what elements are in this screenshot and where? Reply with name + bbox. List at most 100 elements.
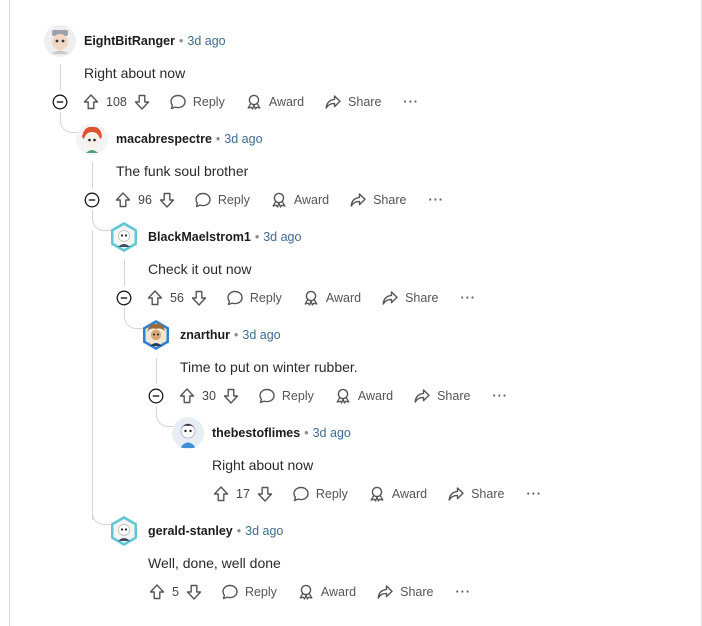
share-button[interactable]: Share (447, 485, 504, 503)
downvote-button[interactable] (158, 191, 176, 209)
downvote-button[interactable] (133, 93, 151, 111)
username[interactable]: thebestoflimes (212, 426, 300, 440)
comment-bubble-icon (226, 289, 244, 307)
share-label: Share (437, 389, 471, 403)
comment-actions: 108 Reply Award Share ··· (52, 92, 419, 112)
thread-line (156, 358, 157, 384)
comment-actions: 56 Reply Award Share ··· (116, 288, 476, 308)
share-arrow-icon (349, 191, 367, 209)
award-label: Award (320, 585, 357, 599)
upvote-button[interactable] (148, 583, 166, 601)
separator-dot: • (254, 230, 260, 244)
collapse-button[interactable] (148, 388, 164, 404)
comment-bubble-icon (169, 93, 187, 111)
timestamp[interactable]: 3d ago (245, 524, 283, 538)
downvote-icon (256, 485, 274, 503)
timestamp[interactable]: 3d ago (263, 230, 301, 244)
avatar[interactable] (108, 515, 140, 547)
thread-elbow (124, 308, 143, 329)
award-icon (297, 583, 315, 601)
timestamp[interactable]: 3d ago (224, 132, 262, 146)
avatar[interactable] (44, 25, 76, 57)
downvote-icon (185, 583, 203, 601)
award-button[interactable]: Award (302, 289, 361, 307)
award-button[interactable]: Award (368, 485, 427, 503)
upvote-button[interactable] (146, 289, 164, 307)
comment-body: Right about now (84, 65, 186, 81)
username[interactable]: znarthur (180, 328, 230, 342)
comment-actions: 96 Reply Award Share ··· (84, 190, 444, 210)
avatar[interactable] (172, 417, 204, 449)
downvote-button[interactable] (185, 583, 203, 601)
thread-elbow (92, 504, 111, 525)
vote-count: 96 (138, 193, 152, 207)
share-arrow-icon (413, 387, 431, 405)
timestamp[interactable]: 3d ago (242, 328, 280, 342)
avatar[interactable] (76, 123, 108, 155)
downvote-icon (222, 387, 240, 405)
share-label: Share (373, 193, 407, 207)
upvote-button[interactable] (178, 387, 196, 405)
reply-label: Reply (315, 487, 348, 501)
thread-elbow (156, 406, 175, 427)
upvote-button[interactable] (212, 485, 230, 503)
username[interactable]: EightBitRanger (84, 34, 175, 48)
minus-circle-icon (116, 290, 132, 306)
share-button[interactable]: Share (413, 387, 470, 405)
share-label: Share (405, 291, 439, 305)
downvote-button[interactable] (190, 289, 208, 307)
share-button[interactable]: Share (349, 191, 406, 209)
more-options-button[interactable]: ··· (492, 389, 508, 403)
more-options-button[interactable]: ··· (456, 585, 472, 599)
more-options-button[interactable]: ··· (526, 487, 542, 501)
share-button[interactable]: Share (381, 289, 438, 307)
downvote-button[interactable] (222, 387, 240, 405)
award-label: Award (357, 389, 394, 403)
award-button[interactable]: Award (334, 387, 393, 405)
more-options-button[interactable]: ··· (403, 95, 419, 109)
reply-button[interactable]: Reply (194, 191, 250, 209)
collapse-button[interactable] (52, 94, 68, 110)
share-button[interactable]: Share (376, 583, 434, 601)
collapse-button[interactable] (84, 192, 100, 208)
comment-actions: 30 Reply Award Share ··· (148, 386, 508, 406)
reply-button[interactable]: Reply (292, 485, 348, 503)
comment-actions: 5 Reply Award Share ··· (148, 582, 471, 602)
collapse-button[interactable] (116, 290, 132, 306)
thread-line (124, 260, 125, 286)
award-label: Award (293, 193, 330, 207)
share-button[interactable]: Share (324, 93, 381, 111)
downvote-button[interactable] (256, 485, 274, 503)
reply-button[interactable]: Reply (169, 93, 225, 111)
award-icon (270, 191, 288, 209)
username[interactable]: BlackMaelstrom1 (148, 230, 251, 244)
comment-bubble-icon (292, 485, 310, 503)
username[interactable]: gerald-stanley (148, 524, 233, 538)
username[interactable]: macabrespectre (116, 132, 212, 146)
timestamp[interactable]: 3d ago (187, 34, 225, 48)
award-button[interactable]: Award (270, 191, 329, 209)
share-arrow-icon (447, 485, 465, 503)
upvote-button[interactable] (82, 93, 100, 111)
upvote-icon (148, 583, 166, 601)
reply-button[interactable]: Reply (221, 583, 277, 601)
upvote-icon (114, 191, 132, 209)
avatar[interactable] (140, 319, 172, 351)
reply-button[interactable]: Reply (258, 387, 314, 405)
left-border (9, 0, 10, 626)
reply-label: Reply (249, 291, 282, 305)
thread-line (92, 162, 93, 188)
comment-body: Right about now (212, 457, 314, 473)
more-options-button[interactable]: ··· (428, 193, 444, 207)
thread-elbow (60, 112, 79, 133)
thread-elbow (92, 210, 111, 231)
timestamp[interactable]: 3d ago (313, 426, 351, 440)
award-button[interactable]: Award (297, 583, 356, 601)
reply-button[interactable]: Reply (226, 289, 282, 307)
upvote-icon (82, 93, 100, 111)
upvote-button[interactable] (114, 191, 132, 209)
avatar[interactable] (108, 221, 140, 253)
more-options-button[interactable]: ··· (460, 291, 476, 305)
award-icon (368, 485, 386, 503)
award-button[interactable]: Award (245, 93, 304, 111)
